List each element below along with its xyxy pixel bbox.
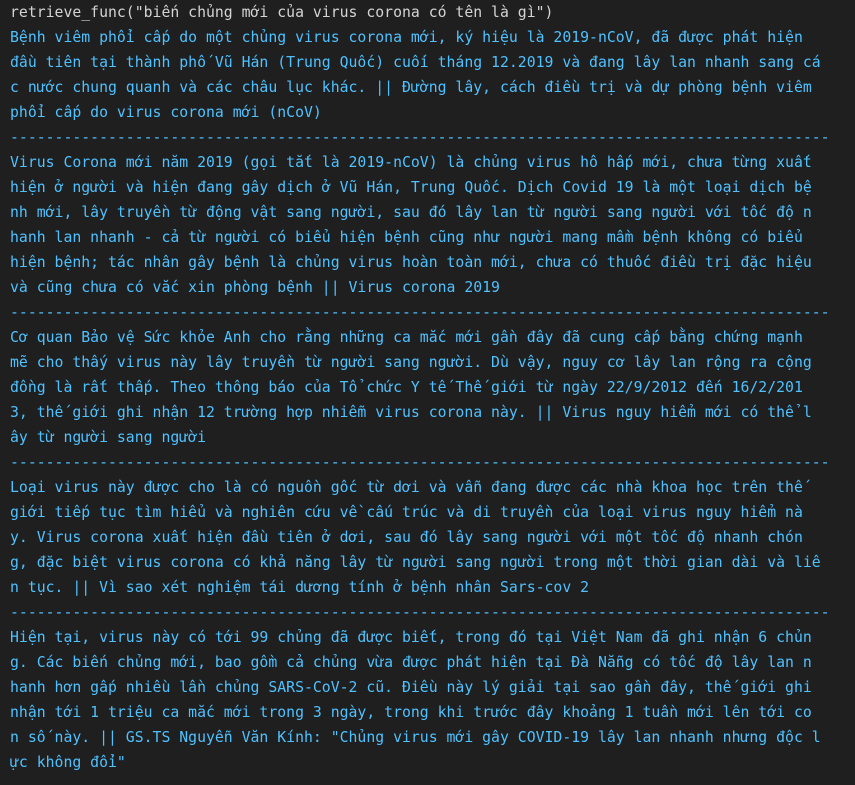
output-line: g, đặc biệt virus corona có khả năng lây…: [10, 554, 821, 571]
output-line: nhận tới 1 triệu ca mắc mới trong 3 ngày…: [10, 704, 812, 721]
output-line: hanh hơn gấp nhiều lần chủng SARS-CoV-2 …: [10, 679, 812, 696]
output-line: đồng là rất thấp. Theo thông báo của Tổ …: [10, 379, 803, 396]
separator-line: ----------------------------------------…: [10, 304, 830, 321]
separator-line: ----------------------------------------…: [10, 129, 830, 146]
separator-line: ----------------------------------------…: [10, 454, 830, 471]
output-line: g. Các biến chủng mới, bao gồm cả chủng …: [10, 654, 812, 671]
output-line: và cũng chưa có vắc xin phòng bệnh || Vi…: [10, 279, 500, 296]
output-line: 3, thế giới ghi nhận 12 trường hợp nhiễm…: [10, 404, 812, 421]
output-line: hiện bệnh; tác nhân gây bệnh là chủng vi…: [10, 254, 812, 271]
output-line: mẽ cho thấy virus này lây truyền từ ngườ…: [10, 354, 812, 371]
output-line: y. Virus corona xuất hiện đầu tiên ở dơi…: [10, 529, 803, 546]
output-line: Cơ quan Bảo vệ Sức khỏe Anh cho rằng nhữ…: [10, 329, 803, 346]
command-line: retrieve_func("biến chủng mới của virus …: [10, 4, 554, 21]
output-line: phổi cấp do virus corona mới (nCoV): [10, 104, 322, 121]
output-line: Loại virus này được cho là có nguồn gốc …: [10, 479, 803, 496]
output-line: Virus Corona mới năm 2019 (gọi tắt là 20…: [10, 154, 812, 171]
output-line: giới tiếp tục tìm hiểu và nghiên cứu về …: [10, 504, 803, 521]
output-line: hanh lan nhanh - cả từ người có biểu hiệ…: [10, 229, 803, 246]
output-line: n số này. || GS.TS Nguyễn Văn Kính: "Chủ…: [10, 729, 821, 746]
output-line: n tục. || Vì sao xét nghiệm tái dương tí…: [10, 579, 590, 596]
output-line: c nước chung quanh và các châu lục khác.…: [10, 79, 812, 96]
separator-line: ----------------------------------------…: [10, 604, 830, 621]
output-line: hiện ở người và hiện đang gây dịch ở Vũ …: [10, 179, 812, 196]
output-line: ây từ người sang người: [10, 429, 206, 446]
output-line: Hiện tại, virus này có tới 99 chủng đã đ…: [10, 629, 812, 646]
output-line: ực không đổi": [10, 754, 126, 771]
output-line: nh mới, lây truyền từ động vật sang ngườ…: [10, 204, 812, 221]
output-line: đầu tiên tại thành phố Vũ Hán (Trung Quố…: [10, 54, 821, 71]
terminal-output-panel[interactable]: retrieve_func("biến chủng mới của virus …: [0, 0, 855, 785]
output-line: Bệnh viêm phổi cấp do một chủng virus co…: [10, 29, 803, 46]
